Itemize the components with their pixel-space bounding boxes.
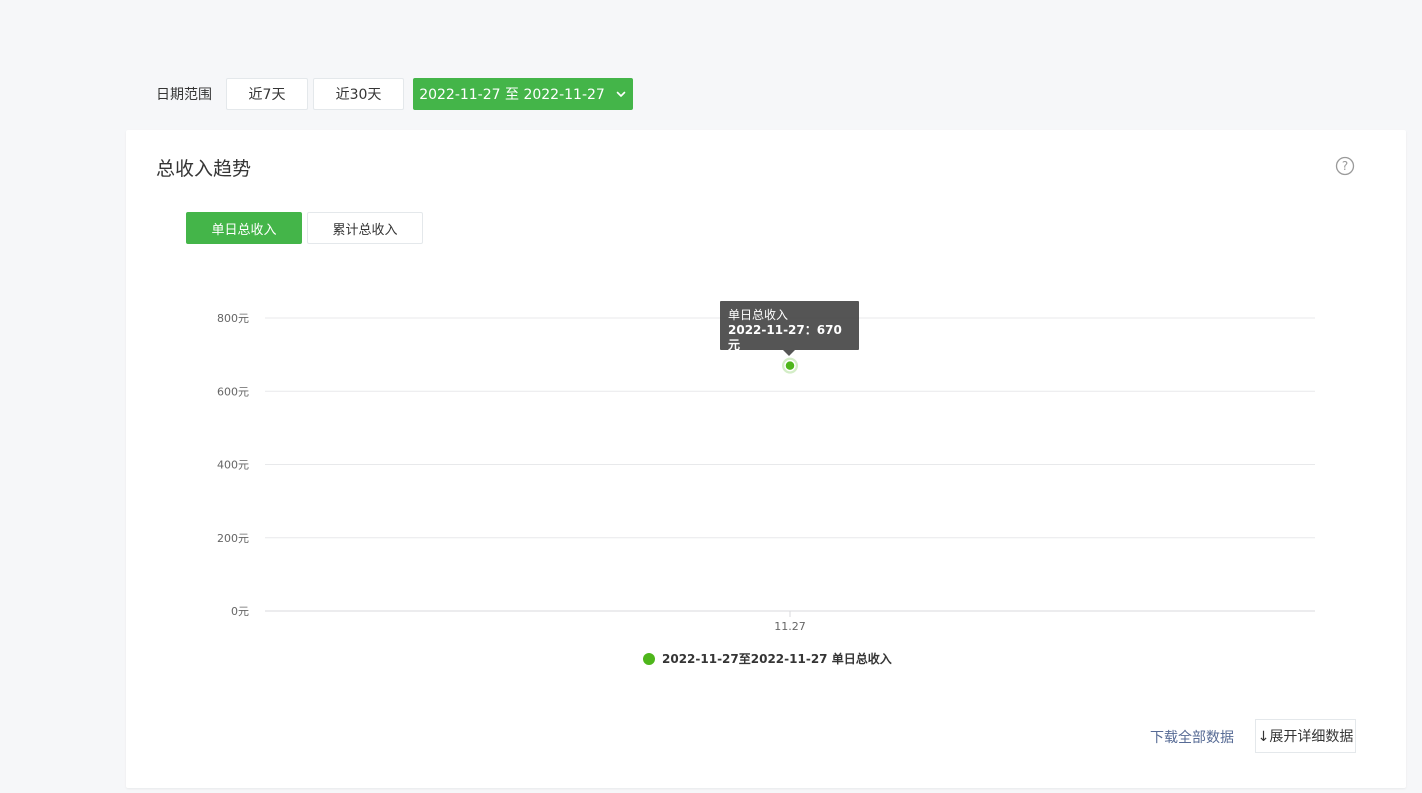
date-range-picker[interactable]: 2022-11-27 至 2022-11-27 <box>413 78 633 110</box>
chart-legend[interactable]: 2022-11-27至2022-11-27 单日总收入 <box>643 650 892 667</box>
download-all-data-link[interactable]: 下载全部数据 <box>1150 727 1234 747</box>
y-tick-label: 0元 <box>231 605 249 618</box>
date-range-label: 日期范围 <box>156 87 212 103</box>
data-point <box>784 359 796 372</box>
expand-details-button[interactable]: ↓展开详细数据 <box>1255 719 1356 753</box>
y-tick-label: 200元 <box>217 532 249 545</box>
date-range-toolbar: 日期范围 近7天 近30天 2022-11-27 至 2022-11-27 <box>156 78 633 110</box>
date-range-value: 2022-11-27 至 2022-11-27 <box>419 87 605 103</box>
tooltip-value: 2022-11-27：670元 <box>728 323 842 352</box>
chart-tooltip: 单日总收入 2022-11-27：670元 <box>720 301 859 356</box>
last-7-days-button[interactable]: 近7天 <box>226 78 308 110</box>
y-tick-label: 800元 <box>217 312 249 325</box>
chevron-down-icon <box>616 91 626 97</box>
tooltip-series-name: 单日总收入 <box>728 308 789 322</box>
y-tick-label: 600元 <box>217 385 249 398</box>
revenue-trend-card: 总收入趋势 ? 单日总收入 累计总收入 0元 200元 400元 600元 800元 11… <box>126 130 1406 788</box>
legend-label: 2022-11-27至2022-11-27 单日总收入 <box>662 652 892 666</box>
last-30-days-button[interactable]: 近30天 <box>313 78 404 110</box>
x-tick-label: 11.27 <box>774 620 806 633</box>
legend-marker <box>643 652 655 665</box>
revenue-line-chart: 0元 200元 400元 600元 800元 11.27 <box>217 312 1315 633</box>
y-tick-label: 400元 <box>217 459 249 472</box>
